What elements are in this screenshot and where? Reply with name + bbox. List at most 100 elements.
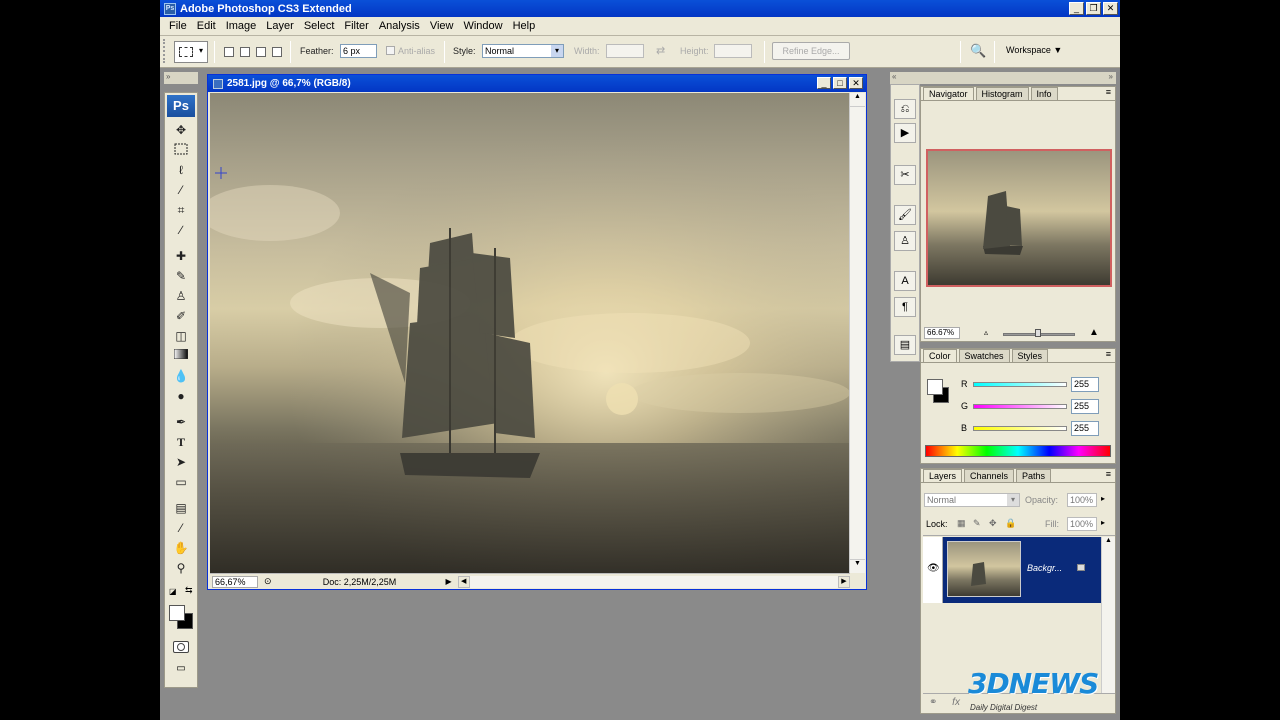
brush-tool-icon[interactable]: ✎ xyxy=(169,267,193,285)
width-input[interactable] xyxy=(606,44,644,58)
zoom-out-icon[interactable]: ▵ xyxy=(984,328,988,337)
scroll-up-arrow-icon[interactable]: ▲ xyxy=(1102,537,1115,544)
scroll-up-arrow-icon[interactable]: ▲ xyxy=(850,93,865,107)
color-ramp[interactable] xyxy=(925,445,1111,457)
feather-input[interactable]: 6 px xyxy=(340,44,377,58)
move-tool-icon[interactable]: ✥ xyxy=(169,121,193,139)
navigator-thumbnail[interactable] xyxy=(926,149,1112,287)
document-vertical-scrollbar[interactable]: ▲ ▼ xyxy=(849,93,865,573)
fill-input[interactable]: 100% xyxy=(1067,517,1097,531)
panel-menu-icon[interactable]: ≡ xyxy=(1106,349,1111,359)
doc-minimize-button[interactable]: _ xyxy=(817,77,831,89)
workspace-menu[interactable]: Workspace ▼ xyxy=(1006,45,1062,55)
clone-stamp-tool-icon[interactable]: ♙ xyxy=(169,287,193,305)
menu-select[interactable]: Select xyxy=(299,20,340,32)
gradient-tool-icon[interactable] xyxy=(169,347,193,365)
zoom-field[interactable]: 66,67% xyxy=(212,575,258,588)
swap-dimensions-icon[interactable]: ⇄ xyxy=(656,44,665,57)
add-selection-icon[interactable] xyxy=(240,47,250,57)
green-slider[interactable] xyxy=(973,404,1067,409)
quick-mask-icon[interactable] xyxy=(173,641,189,653)
tab-color[interactable]: Color xyxy=(923,349,957,362)
paragraph-panel-icon[interactable]: ¶ xyxy=(894,297,916,317)
lasso-tool-icon[interactable]: ℓ xyxy=(169,161,193,179)
menu-analysis[interactable]: Analysis xyxy=(374,20,425,32)
lock-all-icon[interactable]: 🔒 xyxy=(1005,518,1016,529)
slice-tool-icon[interactable]: ∕ xyxy=(169,221,193,239)
tab-layers[interactable]: Layers xyxy=(923,469,963,482)
opacity-arrow-icon[interactable]: ▸ xyxy=(1101,494,1105,503)
doc-close-button[interactable]: ✕ xyxy=(849,77,863,89)
menu-file[interactable]: File xyxy=(164,20,192,32)
dodge-tool-icon[interactable]: ● xyxy=(169,387,193,405)
pen-tool-icon[interactable]: ✒ xyxy=(169,413,193,431)
eyedropper-tool-icon[interactable]: ⁄ xyxy=(169,519,193,537)
blue-slider[interactable] xyxy=(973,426,1067,431)
tool-presets-icon[interactable]: ✂ xyxy=(894,165,916,185)
intersect-selection-icon[interactable] xyxy=(272,47,282,57)
link-layers-icon[interactable]: ⚭ xyxy=(929,697,937,708)
options-grip[interactable] xyxy=(163,39,173,63)
tab-info[interactable]: Info xyxy=(1030,87,1058,100)
red-value[interactable]: 255 xyxy=(1071,377,1099,392)
blue-value[interactable]: 255 xyxy=(1071,421,1099,436)
lock-transparency-icon[interactable]: ▦ xyxy=(957,518,966,529)
status-menu-arrow-icon[interactable]: ▶ xyxy=(446,577,452,586)
status-info-icon[interactable]: ⊙ xyxy=(264,576,272,587)
navigator-zoom-field[interactable]: 66.67% xyxy=(924,327,960,339)
magic-wand-tool-icon[interactable]: ⁄ xyxy=(169,181,193,199)
lock-pixels-icon[interactable]: ✎ xyxy=(973,518,981,529)
path-selection-tool-icon[interactable]: ➤ xyxy=(169,453,193,471)
scroll-down-arrow-icon[interactable]: ▼ xyxy=(850,559,865,573)
document-horizontal-scrollbar[interactable] xyxy=(469,575,838,588)
restore-button[interactable]: ❐ xyxy=(1086,2,1101,15)
layer-row-background[interactable]: Backgr... xyxy=(943,537,1101,603)
image-canvas[interactable] xyxy=(210,93,849,573)
document-title-bar[interactable]: 2581.jpg @ 66,7% (RGB/8) xyxy=(208,75,866,92)
style-select[interactable]: Normal ▾ xyxy=(482,44,564,58)
screen-mode-icon[interactable]: ▭ xyxy=(173,663,189,677)
tab-paths[interactable]: Paths xyxy=(1016,469,1052,482)
tab-histogram[interactable]: Histogram xyxy=(975,87,1029,100)
notes-tool-icon[interactable]: ▤ xyxy=(169,499,193,517)
menu-image[interactable]: Image xyxy=(221,20,262,32)
clone-source-icon[interactable]: ♙ xyxy=(894,231,916,251)
actions-panel-icon[interactable]: ▶ xyxy=(894,123,916,143)
doc-maximize-button[interactable]: □ xyxy=(833,77,847,89)
dock-collapse-bar[interactable]: « xyxy=(890,72,920,84)
toolbox-collapse-bar[interactable]: » xyxy=(164,72,198,84)
menu-edit[interactable]: Edit xyxy=(192,20,221,32)
lock-position-icon[interactable]: ✥ xyxy=(989,518,997,529)
red-slider[interactable] xyxy=(973,382,1067,387)
foreground-color-swatch[interactable] xyxy=(169,605,185,621)
minimize-button[interactable]: _ xyxy=(1069,2,1084,15)
swap-colors-icon[interactable]: ⇆ xyxy=(185,585,193,596)
zoom-in-icon[interactable]: ▲ xyxy=(1089,327,1099,338)
antialias-checkbox[interactable] xyxy=(386,46,395,55)
refine-edge-button[interactable]: Refine Edge... xyxy=(772,42,850,60)
zoom-tool-icon[interactable]: ⚲ xyxy=(169,559,193,577)
menu-help[interactable]: Help xyxy=(508,20,541,32)
tab-navigator[interactable]: Navigator xyxy=(923,87,974,100)
menu-view[interactable]: View xyxy=(425,20,459,32)
hand-tool-icon[interactable]: ✋ xyxy=(169,539,193,557)
brushes-panel-icon[interactable]: 🖌 xyxy=(894,205,916,225)
close-button[interactable]: ✕ xyxy=(1103,2,1118,15)
layer-comps-icon[interactable]: ▤ xyxy=(894,335,916,355)
fill-arrow-icon[interactable]: ▸ xyxy=(1101,518,1105,527)
new-selection-icon[interactable] xyxy=(224,47,234,57)
menu-layer[interactable]: Layer xyxy=(261,20,299,32)
panel-menu-icon[interactable]: ≡ xyxy=(1106,87,1111,97)
panel-menu-icon[interactable]: ≡ xyxy=(1106,469,1111,479)
character-panel-icon[interactable]: A xyxy=(894,271,916,291)
green-value[interactable]: 255 xyxy=(1071,399,1099,414)
fx-icon[interactable]: fx xyxy=(952,697,960,708)
type-tool-icon[interactable]: T xyxy=(169,433,193,451)
bridge-icon[interactable]: 🔍 xyxy=(970,43,986,59)
default-colors-icon[interactable]: ◪ xyxy=(169,587,177,596)
rectangle-shape-tool-icon[interactable]: ▭ xyxy=(169,473,193,491)
crop-tool-icon[interactable]: ⌗ xyxy=(169,201,193,219)
rect-marquee-tool-icon[interactable] xyxy=(169,141,193,159)
tab-styles[interactable]: Styles xyxy=(1011,349,1049,362)
scroll-left-arrow-icon[interactable]: ◀ xyxy=(457,575,470,588)
